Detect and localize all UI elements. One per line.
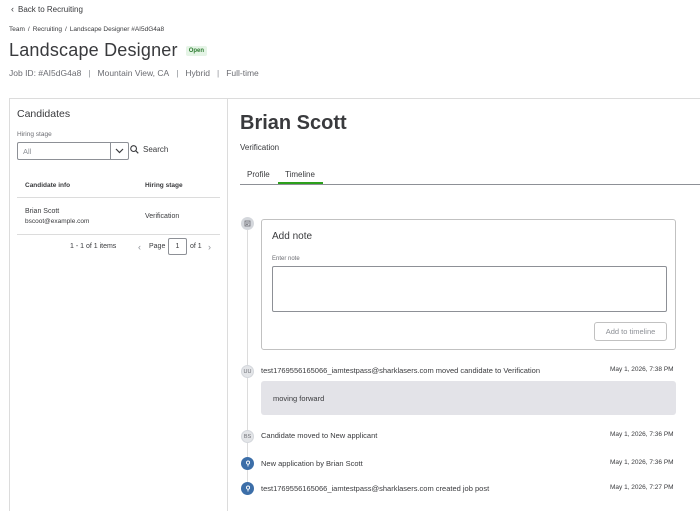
note-icon-glyph <box>244 220 251 227</box>
job-location: Mountain View, CA <box>97 68 170 78</box>
job-employment: Full-time <box>226 68 259 78</box>
timeline-event-text: test1769556165066_iamtestpass@sharklaser… <box>261 484 490 493</box>
note-textarea[interactable] <box>272 266 667 312</box>
breadcrumb-separator: / <box>64 26 67 33</box>
timeline-event-time: May 1, 2026, 7:38 PM <box>610 366 674 373</box>
timeline-event-time: May 1, 2026, 7:27 PM <box>610 484 674 491</box>
candidate-email: bscoot@example.com <box>25 218 90 225</box>
column-hiring-stage: Hiring stage <box>145 182 183 189</box>
hiring-stage-value: All <box>23 147 32 156</box>
title-row: Landscape Designer Open <box>9 40 208 61</box>
pin-icon-glyph <box>245 460 250 467</box>
candidate-name: Brian Scott <box>25 208 60 215</box>
add-note-card: Add note Enter note Add to timeline <box>261 219 676 350</box>
avatar: BS <box>241 430 254 443</box>
page-input[interactable]: 1 <box>168 238 187 255</box>
note-icon <box>241 217 254 230</box>
candidate-stage: Verification <box>145 213 180 220</box>
chevron-right-icon[interactable]: › <box>208 242 211 252</box>
chevron-down-icon <box>115 148 124 154</box>
search-label: Search <box>143 145 169 154</box>
back-to-recruiting-link[interactable]: ‹ Back to Recruiting <box>11 4 83 14</box>
timeline-comment: moving forward <box>261 381 676 415</box>
chevron-left-icon[interactable]: ‹ <box>138 242 141 252</box>
pin-icon <box>241 457 254 470</box>
add-note-title: Add note <box>272 231 313 242</box>
job-id: Job ID: #AI5dG4a8 <box>9 68 82 78</box>
back-link-label: Back to Recruiting <box>18 4 83 14</box>
meta-separator: | <box>216 68 220 78</box>
page-total: of 1 <box>190 243 202 250</box>
pin-icon-glyph <box>245 485 250 492</box>
page-title: Landscape Designer <box>9 40 178 60</box>
meta-separator: | <box>88 68 91 78</box>
column-candidate-info: Candidate info <box>25 182 71 189</box>
tab-timeline[interactable]: Timeline <box>285 170 315 179</box>
pagination-items: 1 - 1 of 1 items <box>70 243 117 250</box>
hiring-stage-label: Hiring stage <box>17 131 52 138</box>
candidates-table-header: Candidate info Hiring stage <box>17 176 220 198</box>
dropdown-toggle[interactable] <box>110 143 128 159</box>
timeline-event-text: Candidate moved to New applicant <box>261 431 378 440</box>
hiring-stage-select[interactable]: All <box>17 142 129 160</box>
breadcrumb-team[interactable]: Team <box>9 26 25 33</box>
candidates-panel: Candidates Hiring stage All Search Candi… <box>9 98 228 511</box>
timeline-event-time: May 1, 2026, 7:36 PM <box>610 459 674 466</box>
add-to-timeline-button[interactable]: Add to timeline <box>594 322 667 341</box>
timeline-line <box>247 228 248 483</box>
search-icon <box>130 145 139 154</box>
timeline-event-text: test1769556165066_iamtestpass@sharklaser… <box>261 366 541 375</box>
timeline-event-time: May 1, 2026, 7:36 PM <box>610 431 674 438</box>
page-label: Page <box>149 243 166 250</box>
breadcrumb-recruiting[interactable]: Recruiting <box>33 26 62 33</box>
candidates-title: Candidates <box>17 108 71 120</box>
chevron-left-icon: ‹ <box>11 4 14 14</box>
job-meta: Job ID: #AI5dG4a8 | Mountain View, CA | Hy… <box>9 68 259 78</box>
tab-profile[interactable]: Profile <box>247 170 270 179</box>
table-row[interactable]: Brian Scott bscoot@example.com Verificat… <box>17 199 220 235</box>
detail-tabs: Profile Timeline <box>240 166 700 185</box>
avatar: UU <box>241 365 254 378</box>
candidate-heading: Brian Scott <box>240 112 347 134</box>
breadcrumb-current: Landscape Designer #AI5dG4a8 <box>69 26 165 33</box>
search-button[interactable]: Search <box>130 145 168 154</box>
pin-icon <box>241 482 254 495</box>
timeline-event-text: New application by Brian Scott <box>261 459 363 468</box>
breadcrumb: Team / Recruiting / Landscape Designer #AI5d… <box>9 26 164 33</box>
active-tab-indicator <box>278 182 323 184</box>
note-field-label: Enter note <box>272 256 300 262</box>
breadcrumb-separator: / <box>27 26 30 33</box>
meta-separator: | <box>176 68 179 78</box>
pagination: 1 - 1 of 1 items ‹ Page 1 of 1 › <box>17 237 220 257</box>
job-work-mode: Hybrid <box>185 68 210 78</box>
status-badge: Open <box>185 45 208 56</box>
candidate-current-stage: Verification <box>240 143 280 152</box>
